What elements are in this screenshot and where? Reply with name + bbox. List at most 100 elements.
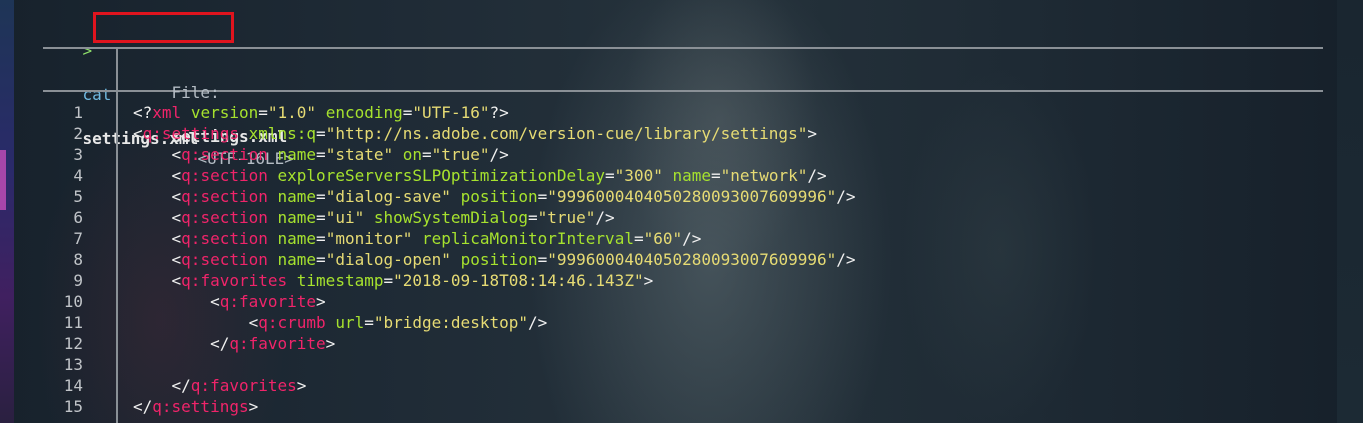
xml-attribute-value: "dialog-open"	[325, 250, 451, 269]
line-number: 12	[63, 334, 83, 353]
xml-punctuation: >	[643, 271, 654, 290]
xml-attribute-value: "ui"	[325, 208, 365, 227]
xml-attribute-name: name	[277, 208, 317, 227]
xml-punctuation: </	[210, 334, 230, 353]
xml-punctuation	[451, 187, 461, 206]
xml-punctuation: =	[711, 166, 721, 185]
line-number: 4	[73, 166, 83, 185]
code-line[interactable]: <q:section name="dialog-open" position="…	[133, 249, 856, 270]
line-number: 8	[73, 250, 83, 269]
xml-attribute-value: "9996000404050280093007609996"	[547, 250, 837, 269]
xml-punctuation: =	[258, 103, 268, 122]
xml-punctuation: >	[807, 124, 817, 143]
xml-punctuation: </	[133, 397, 153, 416]
xml-punctuation: <?	[133, 103, 153, 122]
xml-punctuation	[412, 229, 422, 248]
xml-attribute-name: timestamp	[296, 271, 384, 290]
xml-attribute-name: xmlns:q	[248, 124, 317, 143]
line-number: 9	[73, 271, 83, 290]
line-number: 3	[73, 145, 83, 164]
xml-punctuation	[451, 250, 461, 269]
xml-punctuation	[239, 124, 249, 143]
line-number: 14	[63, 376, 83, 395]
xml-tag-name: q:favorite	[229, 334, 326, 353]
xml-attribute-value: "true"	[537, 208, 596, 227]
code-line[interactable]: <q:section name="dialog-save" position="…	[133, 186, 856, 207]
xml-punctuation: />	[489, 145, 509, 164]
line-number: 13	[63, 355, 83, 374]
xml-punctuation: <	[133, 124, 143, 143]
code-line[interactable]: <?xml version="1.0" encoding="UTF-16"?>	[133, 102, 856, 123]
xml-punctuation: <	[171, 250, 182, 269]
xml-attribute-value: "network"	[720, 166, 808, 185]
code-line[interactable]: <q:section name="ui" showSystemDialog="t…	[133, 207, 856, 228]
xml-attribute-value: "true"	[431, 145, 490, 164]
xml-punctuation: =	[316, 124, 326, 143]
xml-punctuation: <	[171, 271, 182, 290]
code-line[interactable]: <q:favorites timestamp="2018-09-18T08:14…	[133, 270, 856, 291]
xml-punctuation: </	[171, 376, 191, 395]
code-line[interactable]: <q:section exploreServersSLPOptimization…	[133, 165, 856, 186]
code-line[interactable]: <q:settings xmlns:q="http://ns.adobe.com…	[133, 123, 856, 144]
xml-punctuation: <	[171, 208, 182, 227]
xml-punctuation: />	[527, 313, 548, 332]
code-line[interactable]: <q:section name="state" on="true"/>	[133, 144, 856, 165]
xml-punctuation: />	[682, 229, 702, 248]
code-line[interactable]	[133, 354, 856, 375]
xml-punctuation	[364, 208, 374, 227]
xml-attribute-name: exploreServersSLPOptimizationDelay	[277, 166, 606, 185]
code-line[interactable]: <q:section name="monitor" replicaMonitor…	[133, 228, 856, 249]
xml-tag-name: q:section	[181, 208, 268, 227]
xml-attribute-name: position	[460, 250, 538, 269]
xml-tag-name: q:section	[181, 229, 268, 248]
xml-punctuation: />	[836, 250, 856, 269]
code-line[interactable]: <q:favorite>	[133, 291, 856, 312]
code-line[interactable]: <q:crumb url="bridge:desktop"/>	[133, 312, 856, 333]
xml-tag-name: q:section	[181, 166, 268, 185]
xml-punctuation: =	[316, 229, 326, 248]
xml-punctuation: =	[527, 208, 538, 227]
xml-punctuation: <	[171, 229, 182, 248]
xml-attribute-name: replicaMonitorInterval	[422, 229, 634, 248]
xml-punctuation: />	[807, 166, 827, 185]
xml-punctuation: =	[537, 250, 548, 269]
xml-punctuation	[326, 313, 336, 332]
xml-attribute-name: name	[277, 229, 317, 248]
xml-punctuation	[181, 103, 191, 122]
header-top-rule	[43, 47, 1323, 49]
line-number: 6	[73, 208, 83, 227]
code-line[interactable]: </q:favorites>	[133, 375, 856, 396]
xml-tag-name: q:crumb	[258, 313, 326, 332]
xml-attribute-name: name	[277, 250, 317, 269]
xml-tag-name: xml	[152, 103, 182, 122]
xml-punctuation: />	[595, 208, 615, 227]
xml-attribute-value: "1.0"	[267, 103, 317, 122]
xml-punctuation: =	[605, 166, 615, 185]
command-name: cat	[82, 85, 112, 104]
gutter-divider	[116, 49, 118, 423]
xml-punctuation	[393, 145, 403, 164]
xml-punctuation: ?>	[489, 103, 509, 122]
code-line[interactable]: </q:favorite>	[133, 333, 856, 354]
xml-punctuation	[316, 103, 326, 122]
line-number: 7	[73, 229, 83, 248]
xml-tag-name: q:favorites	[190, 376, 297, 395]
xml-tag-name: q:favorite	[219, 292, 317, 311]
code-view[interactable]: <?xml version="1.0" encoding="UTF-16"?> <…	[133, 102, 856, 417]
highlight-annotation-box	[93, 12, 234, 43]
xml-punctuation	[268, 166, 278, 185]
xml-punctuation: =	[316, 187, 326, 206]
xml-attribute-name: name	[277, 187, 317, 206]
xml-punctuation: =	[383, 271, 394, 290]
code-line[interactable]: </q:settings>	[133, 396, 856, 417]
xml-attribute-name: name	[672, 166, 712, 185]
file-label: File:	[171, 83, 220, 102]
xml-tag-name: q:section	[181, 250, 268, 269]
line-number: 1	[73, 103, 83, 122]
xml-attribute-name: encoding	[325, 103, 403, 122]
